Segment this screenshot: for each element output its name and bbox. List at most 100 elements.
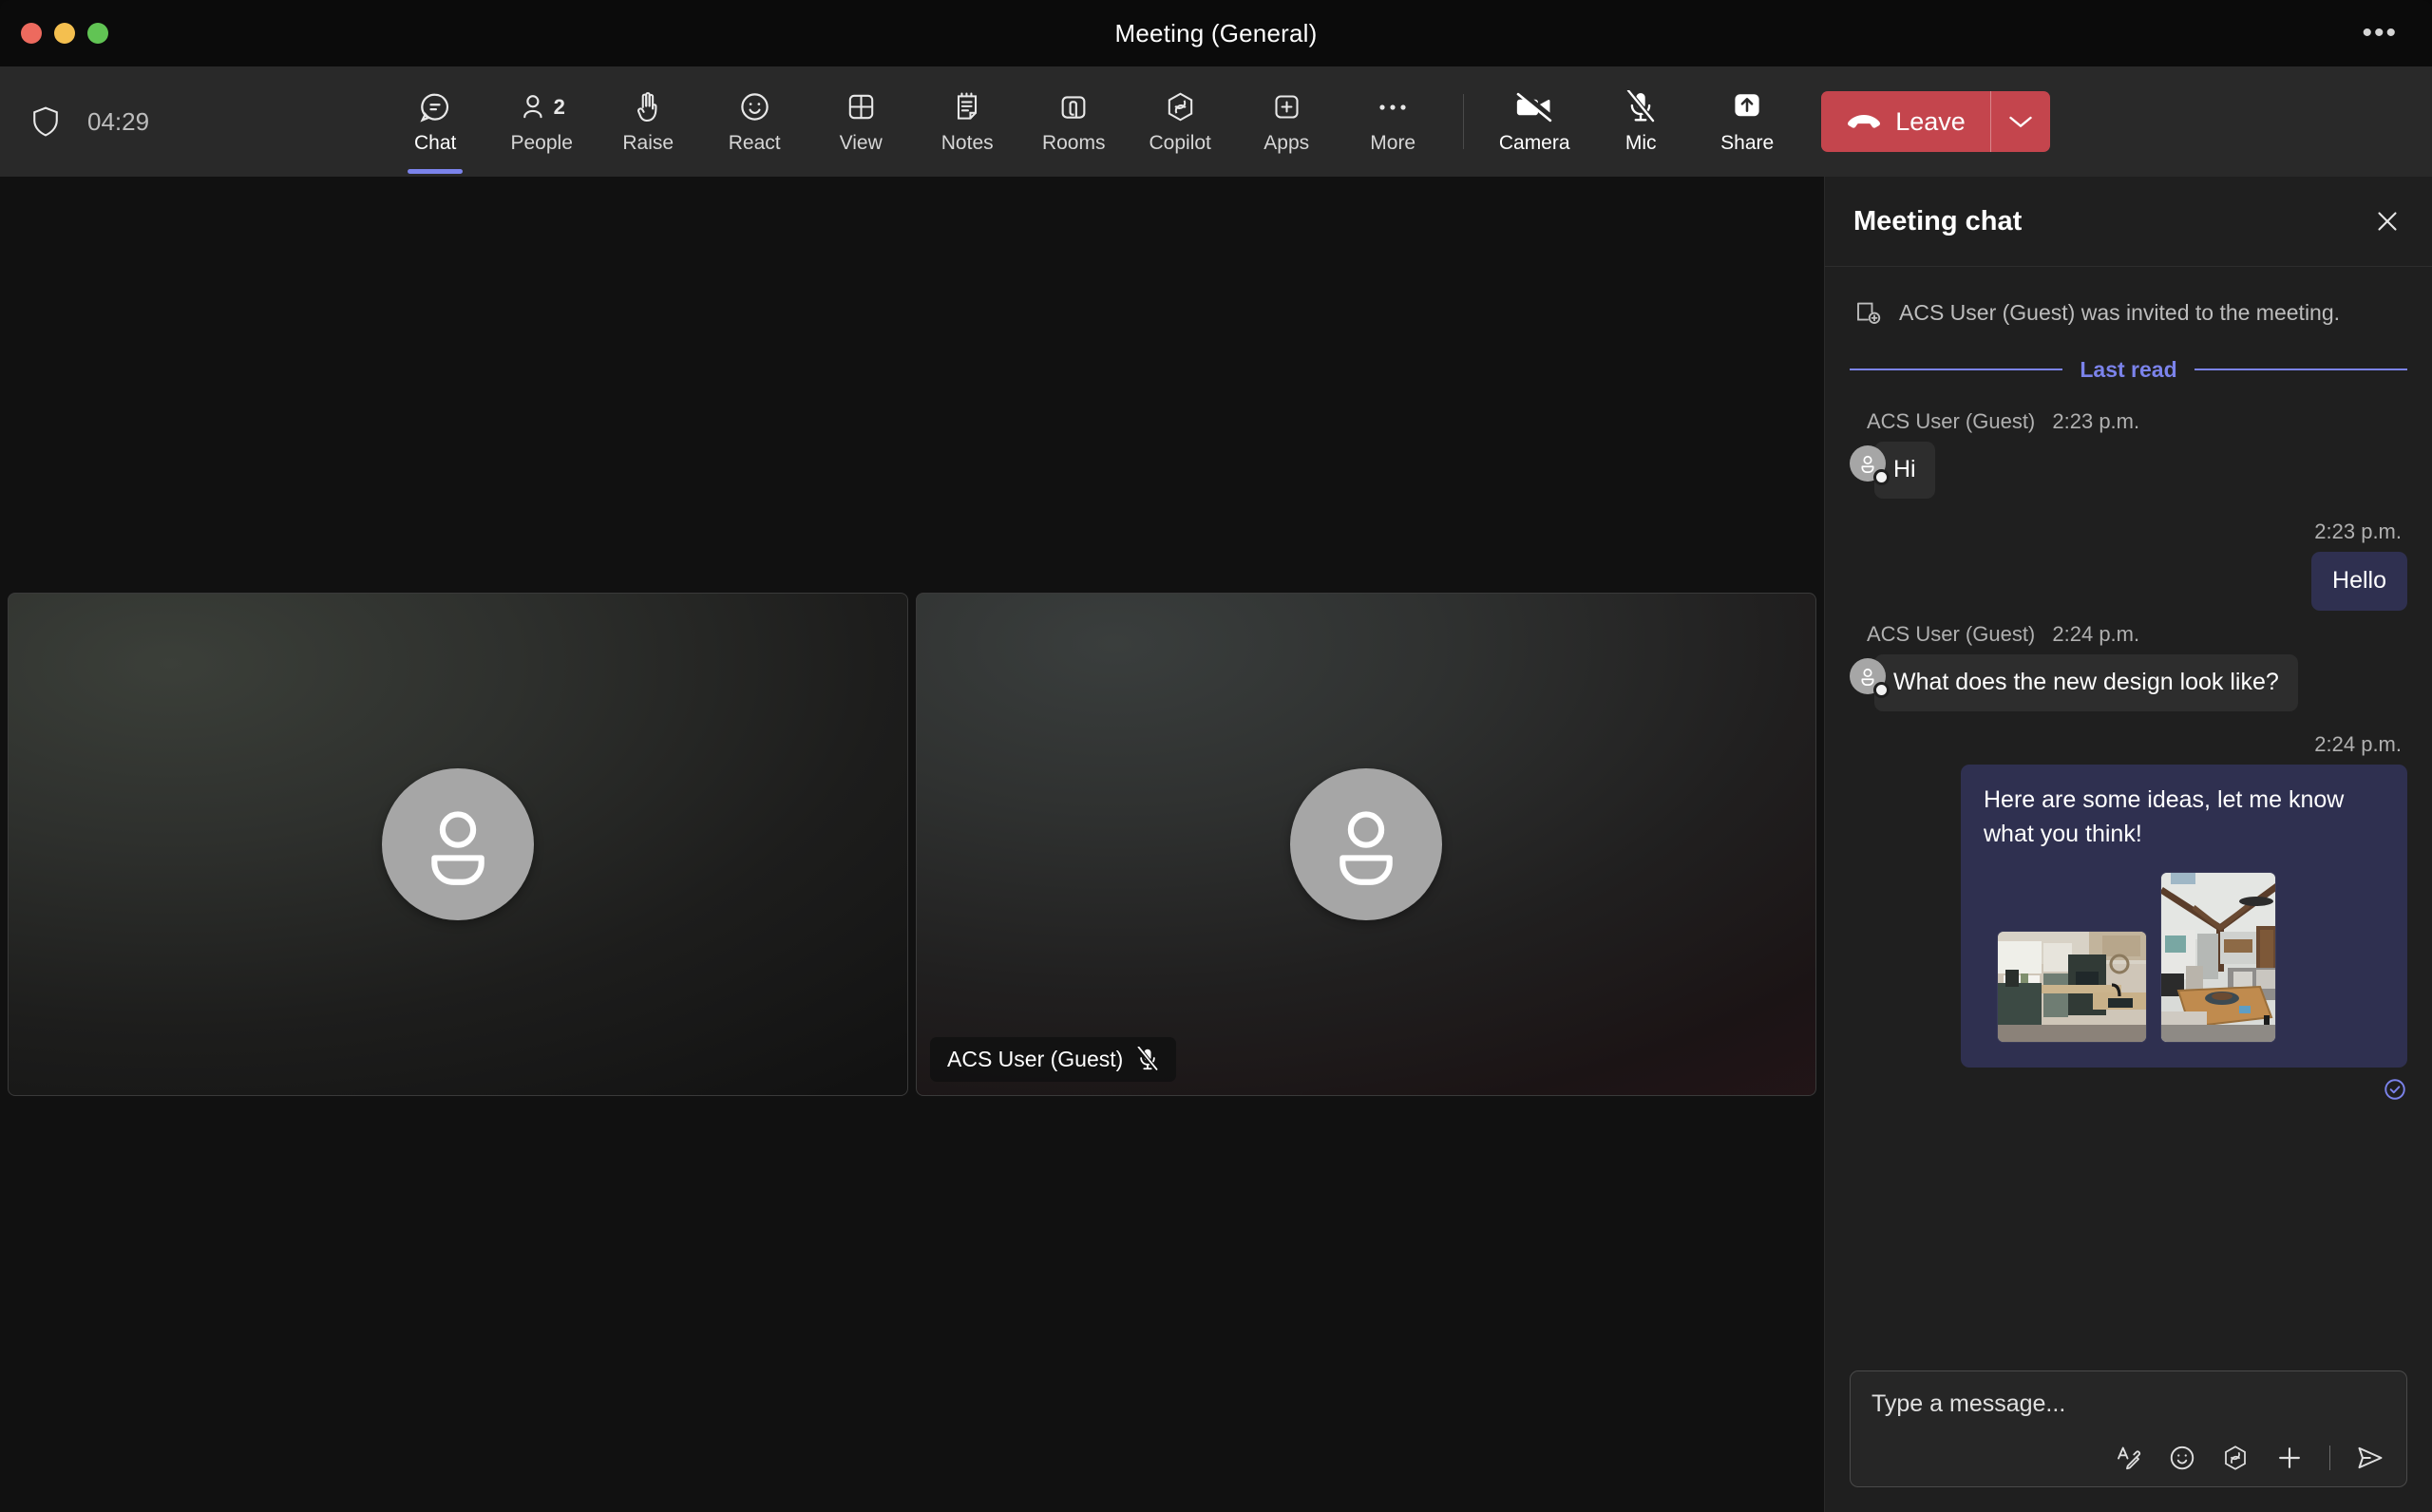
person-add-icon [1853, 297, 1882, 326]
rooms-icon [1057, 89, 1090, 125]
meeting-toolbar: 04:29 Chat 2 People Raise React View Not… [0, 66, 2432, 177]
chat-message-incoming[interactable]: ACS User (Guest) 2:24 p.m. What does the… [1850, 622, 2407, 712]
composer-divider [2329, 1446, 2330, 1470]
leave-main-action[interactable]: Leave [1821, 91, 1990, 152]
message-input-container[interactable]: Type a message... [1850, 1370, 2407, 1487]
tab-raise-hand-label: Raise [622, 131, 674, 154]
window-titlebar: Meeting (General) ••• [0, 0, 2432, 66]
camera-toggle-button[interactable]: Camera [1481, 74, 1587, 169]
message-meta: ACS User (Guest) 2:24 p.m. [1867, 622, 2407, 647]
chat-panel-header: Meeting chat [1825, 177, 2432, 267]
meeting-chat-panel: Meeting chat ACS User (Guest) was invite… [1825, 177, 2432, 1512]
chat-message-outgoing[interactable]: 2:23 p.m. Hello [1850, 520, 2407, 611]
mic-off-icon [1136, 1047, 1160, 1072]
presence-indicator [1873, 468, 1890, 485]
send-icon[interactable] [2355, 1443, 2385, 1473]
participant-name: ACS User (Guest) [947, 1047, 1124, 1071]
tab-react-label: React [728, 131, 781, 154]
tab-copilot[interactable]: Copilot [1127, 74, 1233, 169]
react-icon [738, 89, 771, 125]
video-stage: ACS User (Guest) [0, 177, 1825, 1512]
participant-name-badge: ACS User (Guest) [930, 1037, 1177, 1082]
last-read-line-right [2194, 369, 2408, 371]
tab-copilot-label: Copilot [1149, 131, 1211, 154]
toolbar-center-group: Chat 2 People Raise React View Notes Roo… [0, 66, 2432, 177]
camera-off-icon [1515, 89, 1554, 125]
window-more-options-button[interactable]: ••• [2362, 19, 2432, 47]
tab-more-label: More [1370, 131, 1416, 154]
message-bubble: Hello [2311, 552, 2407, 611]
person-avatar-icon [382, 768, 534, 920]
message-author: ACS User (Guest) [1867, 408, 2036, 433]
active-tab-indicator [408, 169, 464, 174]
tab-raise-hand[interactable]: Raise [595, 74, 701, 169]
copilot-icon[interactable] [2221, 1444, 2250, 1472]
tab-notes-label: Notes [940, 131, 994, 154]
message-row: What does the new design look like? [1850, 653, 2407, 712]
format-text-icon[interactable] [2115, 1444, 2143, 1472]
system-message-text: ACS User (Guest) was invited to the meet… [1899, 300, 2341, 325]
tab-people[interactable]: 2 People [488, 74, 595, 169]
page-title: Meeting (General) [1114, 18, 1318, 47]
notes-icon [952, 89, 982, 125]
mic-label: Mic [1624, 131, 1657, 154]
chevron-down-icon [2007, 113, 2034, 130]
tab-more[interactable]: More [1340, 74, 1446, 169]
last-read-label: Last read [2080, 356, 2177, 382]
raise-hand-icon [632, 89, 664, 125]
chat-icon [418, 89, 452, 125]
chat-message-incoming[interactable]: ACS User (Guest) 2:23 p.m. Hi [1850, 409, 2407, 500]
tab-chat[interactable]: Chat [382, 74, 488, 174]
tab-apps-label: Apps [1264, 131, 1310, 154]
living-room-interior-photo[interactable] [2160, 872, 2276, 1044]
message-time: 2:24 p.m. [2314, 732, 2402, 757]
message-row: Hi [1850, 441, 2407, 500]
message-time: 2:23 p.m. [2052, 408, 2140, 433]
share-screen-icon [1730, 89, 1764, 125]
kitchen-interior-photo[interactable] [1997, 931, 2147, 1044]
message-time: 2:24 p.m. [2052, 621, 2140, 646]
leave-options-button[interactable] [1991, 91, 2050, 152]
chat-message-list[interactable]: ACS User (Guest) was invited to the meet… [1825, 267, 2432, 1351]
people-icon: 2 [519, 89, 565, 125]
toolbar-divider [1463, 94, 1465, 149]
more-dots-icon [1377, 89, 1409, 125]
message-attachments [1984, 872, 2384, 1044]
video-tile-local[interactable] [8, 593, 908, 1096]
person-avatar-icon [1290, 768, 1442, 920]
composer-toolbar [1872, 1443, 2385, 1473]
tab-rooms-label: Rooms [1041, 131, 1106, 154]
tab-react[interactable]: React [701, 74, 808, 169]
window-controls[interactable] [0, 23, 108, 44]
avatar [1850, 657, 1890, 698]
chat-message-outgoing[interactable]: 2:24 p.m. Here are some ideas, let me kn… [1850, 732, 2407, 1102]
message-input[interactable]: Type a message... [1872, 1390, 2385, 1418]
message-author: ACS User (Guest) [1867, 621, 2036, 646]
read-receipt-check-icon [2383, 1077, 2407, 1102]
mic-toggle-button[interactable]: Mic [1587, 74, 1694, 169]
message-bubble: What does the new design look like? [1874, 653, 2298, 712]
leave-meeting-button[interactable]: Leave [1821, 91, 2050, 152]
copilot-icon [1164, 89, 1197, 125]
minimize-window-button[interactable] [54, 23, 75, 44]
close-icon[interactable] [2373, 207, 2402, 236]
view-grid-icon [846, 89, 877, 125]
tab-people-label: People [510, 131, 573, 154]
tab-rooms[interactable]: Rooms [1020, 74, 1127, 169]
avatar [1850, 444, 1890, 485]
tab-view[interactable]: View [808, 74, 914, 169]
share-screen-button[interactable]: Share [1694, 74, 1800, 169]
camera-label: Camera [1498, 131, 1570, 154]
video-tile-remote[interactable]: ACS User (Guest) [916, 593, 1816, 1096]
message-bubble: Here are some ideas, let me know what yo… [1961, 765, 2407, 1068]
emoji-icon[interactable] [2168, 1444, 2196, 1472]
tab-apps[interactable]: Apps [1233, 74, 1340, 169]
attach-plus-icon[interactable] [2274, 1443, 2305, 1473]
maximize-window-button[interactable] [87, 23, 108, 44]
leave-label: Leave [1895, 106, 1966, 136]
last-read-divider: Last read [1850, 356, 2408, 383]
system-message: ACS User (Guest) was invited to the meet… [1850, 288, 2407, 336]
close-window-button[interactable] [21, 23, 42, 44]
tab-notes[interactable]: Notes [914, 74, 1020, 169]
chat-composer-area: Type a message... [1825, 1351, 2432, 1512]
